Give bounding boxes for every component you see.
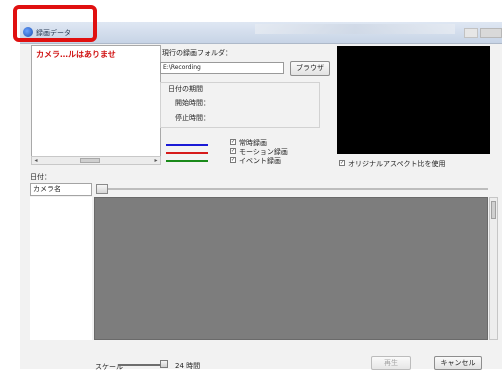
- scrollbar-thumb[interactable]: [80, 158, 100, 163]
- event-recording-line: [166, 160, 208, 162]
- cancel-button[interactable]: キャンセル: [434, 356, 482, 370]
- date-period-title: 日付の期間: [168, 85, 203, 93]
- stop-time-label: 停止時間：: [175, 114, 210, 122]
- title-bar-blur: [255, 24, 455, 34]
- scale-slider-thumb[interactable]: [160, 360, 168, 368]
- timeline-vscrollbar[interactable]: [489, 197, 498, 340]
- scale-slider-track[interactable]: [118, 364, 162, 366]
- browse-button[interactable]: ブラウザ: [290, 61, 330, 76]
- time-slider-thumb[interactable]: [96, 184, 108, 194]
- timeline-camera-rows: [30, 197, 92, 340]
- scale-value: 24 時間: [175, 362, 201, 370]
- continuous-recording-line: [166, 144, 208, 146]
- close-button[interactable]: [480, 28, 502, 38]
- scrollbar-thumb[interactable]: [491, 201, 496, 219]
- camera-list-empty-message: カメラ…ルはありませ: [36, 50, 116, 59]
- event-recording-label: イベント録画: [239, 157, 281, 165]
- date-label: 日付：: [30, 173, 51, 181]
- scroll-left-icon[interactable]: ◂: [32, 157, 40, 164]
- motion-recording-checkbox[interactable]: ✓: [230, 148, 236, 154]
- annotation-highlight: [13, 5, 97, 42]
- camera-list-hscrollbar[interactable]: ◂ ▸: [31, 156, 161, 165]
- time-slider-track[interactable]: [100, 188, 488, 190]
- recording-folder-label: 現行の録画フォルダ：: [162, 49, 232, 57]
- start-time-label: 開始時間：: [175, 99, 210, 107]
- camera-list[interactable]: カメラ…ルはありませ: [31, 45, 161, 163]
- timeline-area[interactable]: [94, 197, 488, 340]
- video-preview: [337, 46, 490, 154]
- recording-folder-field[interactable]: E:\Recording: [160, 62, 284, 74]
- camera-name-header: カメラ名: [30, 183, 92, 196]
- original-aspect-checkbox[interactable]: ✓: [339, 160, 345, 166]
- scroll-right-icon[interactable]: ▸: [152, 157, 160, 164]
- maximize-button[interactable]: [464, 28, 478, 38]
- event-recording-checkbox[interactable]: ✓: [230, 157, 236, 163]
- original-aspect-label: オリジナルアスペクト比を使用: [348, 160, 446, 168]
- play-button[interactable]: 再生: [371, 356, 411, 370]
- motion-recording-line: [166, 152, 208, 154]
- continuous-recording-checkbox[interactable]: ✓: [230, 139, 236, 145]
